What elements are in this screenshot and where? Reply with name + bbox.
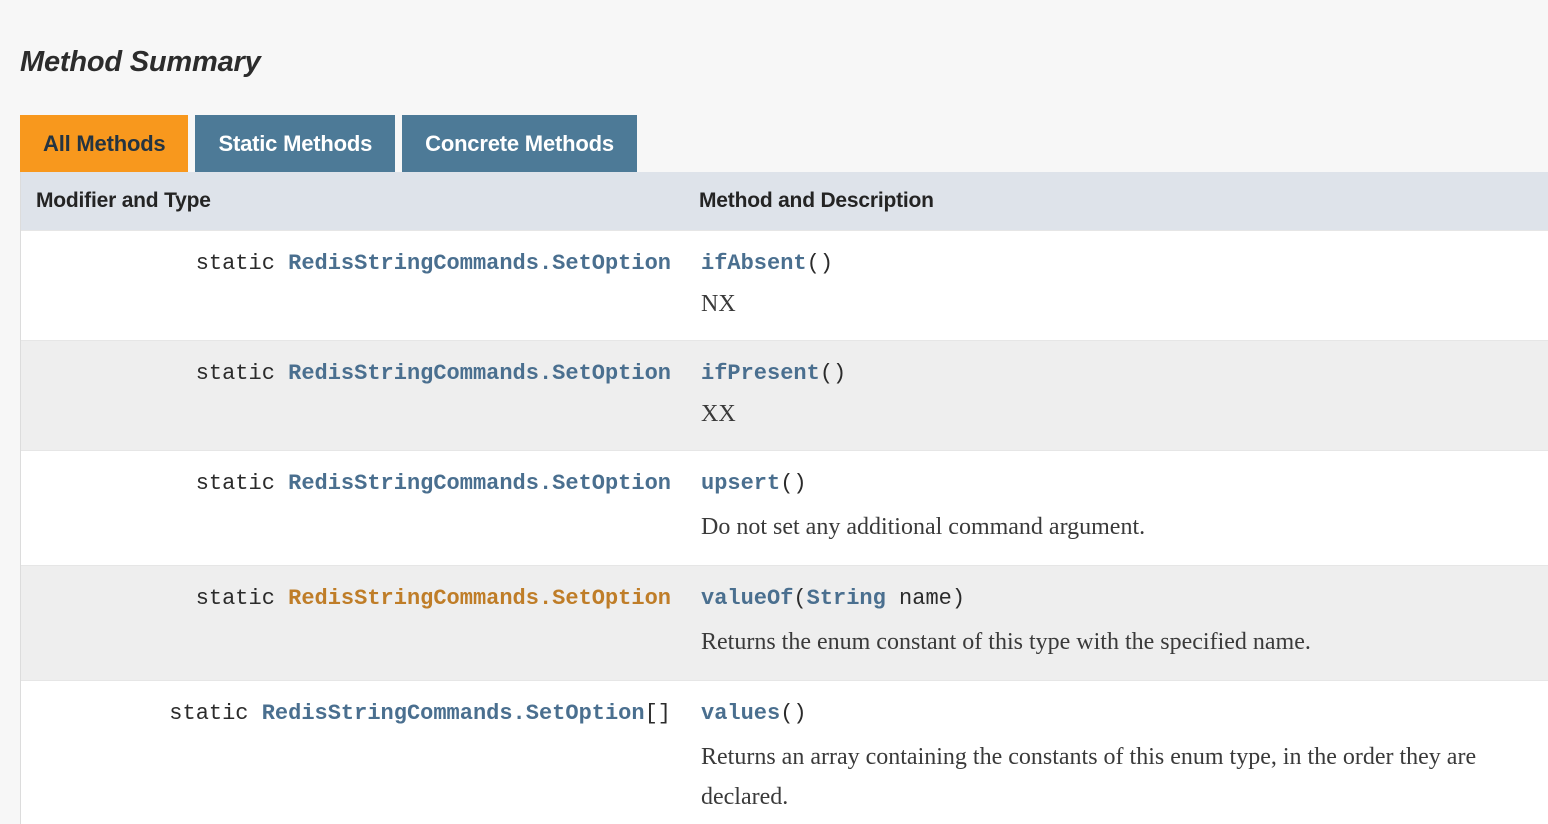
type-link[interactable]: RedisStringCommands.SetOption — [262, 701, 645, 726]
method-summary-page: Method Summary All Methods Static Method… — [0, 0, 1548, 824]
type-link[interactable]: RedisStringCommands.SetOption — [288, 361, 671, 386]
method-signature: ifAbsent() — [701, 249, 1548, 279]
cell-method-and-description: values() Returns an array containing the… — [679, 681, 1548, 824]
modifier-keyword: static — [195, 471, 275, 496]
column-header-method-and-description: Method and Description — [699, 189, 934, 212]
tab-static-methods[interactable]: Static Methods — [195, 115, 396, 172]
tab-all-methods[interactable]: All Methods — [20, 115, 189, 172]
table-row: static RedisStringCommands.SetOption[] v… — [21, 680, 1548, 824]
modifier-keyword: static — [195, 251, 275, 276]
table-row: static RedisStringCommands.SetOption ifP… — [21, 340, 1548, 450]
type-link[interactable]: RedisStringCommands.SetOption — [288, 471, 671, 496]
method-signature: values() — [701, 699, 1548, 729]
cell-method-and-description: valueOf(String name) Returns the enum co… — [679, 566, 1548, 680]
method-link[interactable]: ifPresent — [701, 361, 820, 386]
method-link[interactable]: values — [701, 701, 780, 726]
method-args: () — [780, 471, 807, 496]
page-title: Method Summary — [20, 46, 261, 79]
type-link[interactable]: RedisStringCommands.SetOption — [288, 251, 671, 276]
method-summary-table: Modifier and Type Method and Description… — [20, 172, 1548, 824]
method-arg-type-link[interactable]: String — [807, 586, 886, 611]
method-args: () — [780, 701, 807, 726]
cell-modifier-and-type: static RedisStringCommands.SetOption — [21, 566, 679, 680]
method-arg-name: name) — [885, 586, 966, 611]
table-row: static RedisStringCommands.SetOption ifA… — [21, 230, 1548, 340]
table-row: static RedisStringCommands.SetOption ups… — [21, 450, 1548, 565]
method-link[interactable]: upsert — [701, 471, 780, 496]
column-header-modifier-and-type: Modifier and Type — [36, 189, 211, 212]
method-description: Returns an array containing the constant… — [701, 744, 1477, 810]
cell-method-and-description: upsert() Do not set any additional comma… — [679, 451, 1548, 565]
tab-all-methods-label: All Methods — [43, 130, 166, 156]
cell-modifier-and-type: static RedisStringCommands.SetOption — [21, 451, 679, 565]
cell-modifier-and-type: static RedisStringCommands.SetOption — [21, 341, 679, 450]
tab-concrete-methods[interactable]: Concrete Methods — [402, 115, 637, 172]
cell-method-and-description: ifAbsent() NX — [679, 231, 1548, 340]
method-description: NX — [701, 291, 736, 317]
table-row: static RedisStringCommands.SetOption val… — [21, 565, 1548, 680]
method-link[interactable]: valueOf — [701, 586, 793, 611]
cell-modifier-and-type: static RedisStringCommands.SetOption[] — [21, 681, 679, 824]
cell-method-and-description: ifPresent() XX — [679, 341, 1548, 450]
table-header-row: Modifier and Type Method and Description — [21, 172, 1548, 230]
method-filter-tabs: All Methods Static Methods Concrete Meth… — [20, 115, 637, 172]
method-description: Do not set any additional command argume… — [701, 514, 1146, 540]
method-args: () — [819, 361, 847, 386]
method-link[interactable]: ifAbsent — [701, 251, 807, 276]
cell-modifier-and-type: static RedisStringCommands.SetOption — [21, 231, 679, 340]
method-description: XX — [701, 401, 736, 427]
method-signature: valueOf(String name) — [701, 584, 1548, 614]
tab-static-methods-label: Static Methods — [218, 130, 373, 156]
method-description: Returns the enum constant of this type w… — [701, 629, 1311, 655]
modifier-keyword: static — [195, 361, 275, 386]
type-suffix: [] — [644, 701, 671, 726]
modifier-keyword: static — [195, 586, 275, 611]
type-link[interactable]: RedisStringCommands.SetOption — [288, 586, 671, 611]
modifier-keyword: static — [169, 701, 249, 726]
tab-concrete-methods-label: Concrete Methods — [425, 130, 614, 156]
method-signature: ifPresent() — [701, 359, 1548, 389]
method-signature: upsert() — [701, 469, 1548, 499]
method-arg-open: ( — [793, 586, 807, 611]
method-args: () — [806, 251, 834, 276]
